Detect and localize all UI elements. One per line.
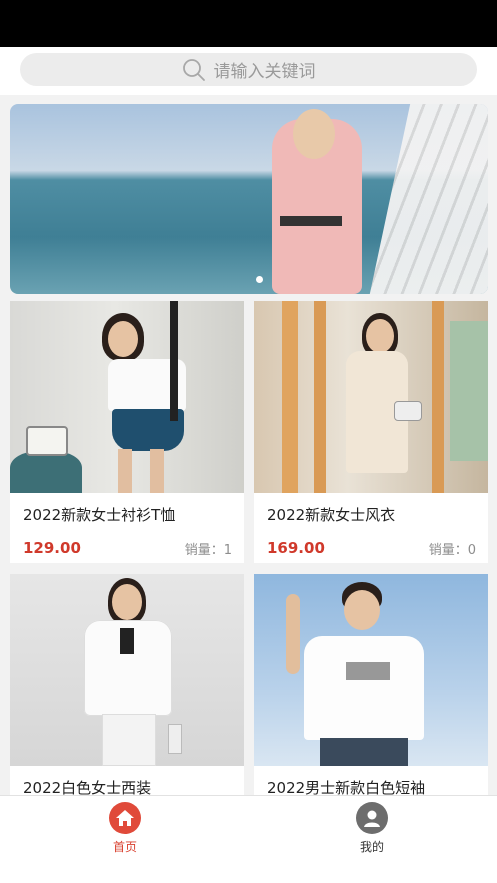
- product-price: 169.00: [267, 539, 325, 557]
- carousel-dot[interactable]: [256, 276, 263, 283]
- product-price: 129.00: [23, 539, 81, 557]
- tab-home[interactable]: 首页: [65, 802, 185, 855]
- product-title: 2022新款女士风衣: [267, 506, 396, 524]
- product-image: [254, 574, 488, 766]
- tab-mine-label: 我的: [359, 840, 384, 854]
- home-icon: [109, 802, 141, 834]
- status-bar: [0, 0, 497, 47]
- product-image: [254, 301, 488, 493]
- product-card[interactable]: 2022新款女士风衣 169.00 销量：0: [254, 301, 488, 563]
- product-image: [10, 301, 244, 493]
- user-icon: [356, 802, 388, 834]
- bottom-tab-bar: 首页 我的: [0, 795, 497, 883]
- product-title: 2022新款女士衬衫T恤: [23, 506, 176, 524]
- app-screen: 请输入关键词 2022新款女士衬衫T恤 129.00 销量：1 2022新款女士…: [0, 47, 497, 883]
- product-card[interactable]: 2022白色女士西装: [10, 574, 244, 804]
- search-input[interactable]: 请输入关键词: [20, 53, 477, 86]
- search-icon: [182, 58, 205, 81]
- banner-carousel[interactable]: [10, 104, 488, 294]
- banner-railing-graphic: [367, 104, 488, 294]
- banner-belt: [280, 216, 342, 226]
- tab-home-label: 首页: [112, 840, 137, 854]
- product-card[interactable]: 2022新款女士衬衫T恤 129.00 销量：1: [10, 301, 244, 563]
- product-image: [10, 574, 244, 766]
- carousel-indicator: [256, 276, 263, 283]
- product-sales: 销量：0: [428, 543, 476, 558]
- search-header: 请输入关键词: [0, 47, 497, 95]
- search-placeholder: 请输入关键词: [213, 62, 316, 82]
- tab-mine[interactable]: 我的: [312, 802, 432, 855]
- banner-model-head: [293, 109, 335, 159]
- product-card[interactable]: 2022男士新款白色短袖: [254, 574, 488, 804]
- product-sales: 销量：1: [184, 543, 232, 558]
